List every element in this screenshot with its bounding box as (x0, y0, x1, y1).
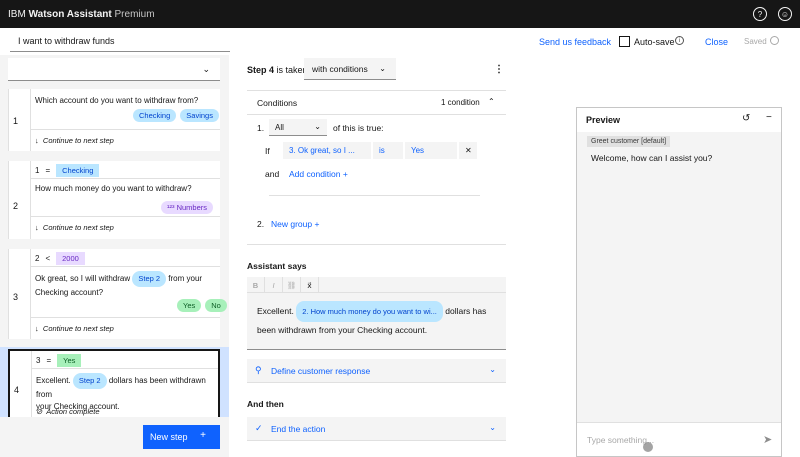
taken-mode-dropdown[interactable]: with conditions ⌄ (304, 58, 396, 80)
send-icon[interactable]: ➤ (763, 433, 772, 446)
preview-header: Preview ↺ − (586, 112, 772, 125)
step-question: How much money do you want to withdraw? (35, 184, 192, 193)
option-chip: Checking (133, 109, 177, 122)
minimize-icon[interactable]: − (766, 112, 772, 123)
help-icon[interactable]: ? (753, 7, 767, 21)
action-title-input[interactable]: I want to withdraw funds (10, 33, 230, 52)
info-icon[interactable]: i (675, 36, 684, 45)
link-icon[interactable]: ⛓ (283, 277, 301, 293)
autosave-label: Auto-save (634, 37, 675, 47)
variable-chip[interactable]: 2. How much money do you want to wi... (296, 301, 443, 322)
bold-icon[interactable]: B (247, 277, 265, 293)
check-circle-icon: ✓ (255, 423, 263, 433)
top-bar: IBM Watson Assistant Premium ? ☺ (0, 0, 800, 28)
brand-product: Watson Assistant (28, 8, 112, 20)
condition-subject[interactable]: 3. Ok great, so I ... (283, 142, 371, 159)
step-list: ⌄ 1 Which account do you want to withdra… (0, 55, 229, 457)
action-complete-label: ⊘ Action complete (36, 407, 100, 416)
autosave-checkbox[interactable] (619, 36, 630, 47)
step-condition: 3 = Yes (36, 354, 82, 367)
conditions-panel: Conditions 1 condition ⌃ 1. All ⌄ of this… (247, 90, 506, 245)
step-taken-label: Step 4 is taken (247, 65, 308, 75)
continue-label: ↓ Continue to next step (35, 324, 114, 333)
define-customer-response[interactable]: ⚲ Define customer response ⌄ (247, 359, 506, 383)
condition-value[interactable]: Yes (405, 142, 457, 159)
restart-icon[interactable]: ↺ (742, 113, 750, 124)
preview-conversation: Greet customer [default] Welcome, how ca… (577, 132, 781, 422)
user-icon[interactable]: ☺ (778, 7, 792, 21)
preview-area: Preview ↺ − Greet customer [default] Wel… (576, 55, 800, 457)
step-number: 3 (13, 292, 19, 302)
chevron-down-icon: ⌄ (379, 64, 386, 73)
brand-tier: Premium (114, 8, 155, 20)
step-number: 4 (14, 385, 20, 395)
remove-condition-icon[interactable]: ✕ (459, 142, 477, 159)
option-chip: Yes (177, 299, 202, 312)
plus-icon: + (200, 430, 206, 441)
greet-customer-tag: Greet customer [default] (587, 136, 671, 147)
action-header: I want to withdraw funds Send us feedbac… (0, 28, 800, 55)
step-card-1[interactable]: 1 Which account do you want to withdraw … (8, 89, 220, 151)
step-number: 2 (13, 201, 19, 211)
option-chip: No (205, 299, 227, 312)
close-button[interactable]: Close (705, 37, 728, 47)
editor-toolbar: B I ⛓ x⃗ (247, 277, 506, 293)
user-icon: ⚲ (255, 365, 262, 375)
condition-operator[interactable]: is (373, 142, 403, 159)
chevron-down-icon: ⌄ (489, 423, 496, 432)
step-editor: Step 4 is taken with conditions ⌄ ⋮ Cond… (229, 55, 576, 457)
all-any-select[interactable]: All ⌄ (269, 119, 327, 136)
chevron-down-icon: ⌄ (489, 365, 496, 374)
brand: IBM Watson Assistant Premium (8, 9, 155, 20)
end-action-select[interactable]: ✓ End the action ⌄ (247, 417, 506, 441)
assistant-greeting: Welcome, how can I assist you? (591, 153, 713, 163)
step-question: Which account do you want to withdraw fr… (35, 96, 199, 105)
continue-label: ↓ Continue to next step (35, 136, 114, 145)
mouse-cursor (643, 442, 653, 452)
step-condition: 2 < 2000 (35, 252, 85, 265)
conditions-header[interactable]: Conditions 1 condition ⌃ (247, 91, 506, 115)
brand-ibm: IBM (8, 8, 26, 20)
preview-panel: Preview ↺ − Greet customer [default] Wel… (576, 107, 782, 457)
overflow-menu-icon[interactable]: ⋮ (494, 64, 504, 75)
clock-icon (770, 36, 779, 45)
step-condition: 1 = Checking (35, 164, 100, 177)
variable-icon[interactable]: x⃗ (301, 277, 319, 293)
saved-status: Saved (744, 37, 767, 46)
new-group-link[interactable]: New group + (271, 219, 319, 229)
number-icon: ¹²³ (167, 203, 175, 212)
step-filter-dropdown[interactable]: ⌄ (8, 58, 220, 81)
step-question: Ok great, so I will withdraw Step 2 from… (35, 271, 202, 299)
assistant-says-heading: Assistant says (247, 261, 307, 271)
option-chip: Savings (180, 109, 219, 122)
send-feedback-link[interactable]: Send us feedback (539, 37, 611, 47)
step-card-2[interactable]: 2 1 = Checking How much money do you want… (8, 161, 220, 239)
and-then-heading: And then (247, 399, 284, 409)
response-type-chip: ¹²³ Numbers (161, 201, 214, 214)
continue-label: ↓ Continue to next step (35, 223, 114, 232)
italic-icon[interactable]: I (265, 277, 283, 293)
preview-input-area[interactable]: Type something... ➤ (577, 422, 781, 456)
step-number: 1 (13, 116, 19, 126)
chevron-up-icon[interactable]: ⌃ (488, 97, 495, 106)
new-step-button[interactable]: New step + (143, 425, 220, 449)
step-card-4[interactable]: 4 3 = Yes Excellent. Step 2 dollars has b… (8, 349, 220, 419)
add-condition-link[interactable]: Add condition + (289, 169, 348, 179)
assistant-message-text[interactable]: Excellent. 2. How much money do you want… (257, 301, 499, 339)
assistant-message-editor[interactable]: B I ⛓ x⃗ Excellent. 2. How much money do… (247, 277, 506, 350)
chevron-down-icon: ⌄ (202, 64, 210, 74)
step-card-3[interactable]: 3 2 < 2000 Ok great, so I will withdraw S… (8, 249, 227, 339)
